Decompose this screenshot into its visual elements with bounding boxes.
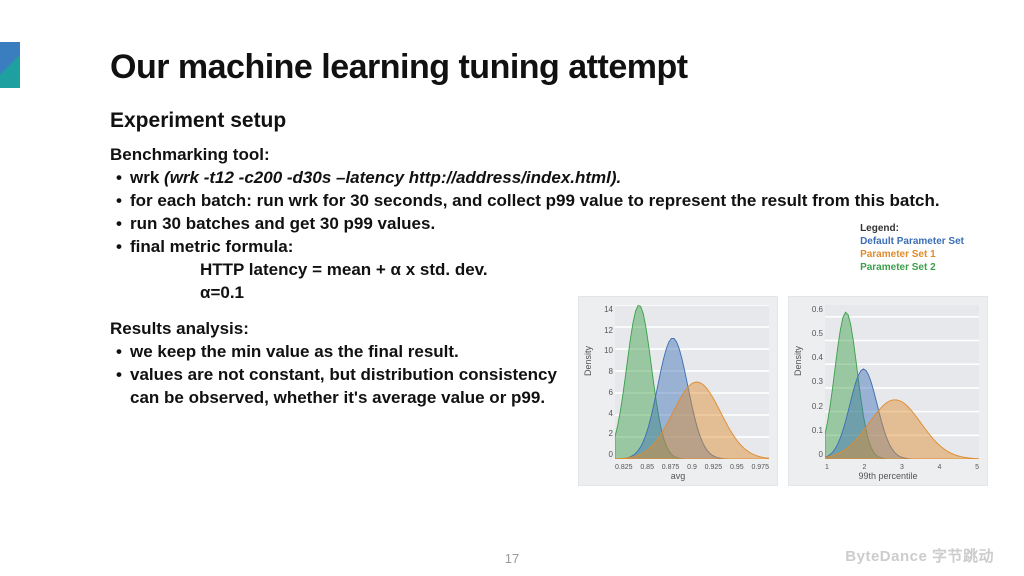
results-item: values are not constant, but distributio… xyxy=(116,364,570,410)
density-svg-left xyxy=(615,305,769,459)
xticks-left: 0.8250.850.8750.90.9250.950.975 xyxy=(615,464,769,471)
formula-line: HTTP latency = mean + α x std. dev. xyxy=(110,259,964,282)
accent-bar xyxy=(0,42,20,88)
slide-title: Our machine learning tuning attempt xyxy=(110,48,964,87)
watermark: ByteDance 字节跳动 xyxy=(845,545,994,566)
legend-set1: Parameter Set 1 xyxy=(860,248,964,261)
wrk-command: (wrk -t12 -c200 -d30s –latency http://ad… xyxy=(164,168,621,187)
page-number: 17 xyxy=(505,551,519,566)
plot-area-right xyxy=(825,305,979,459)
legend-default: Default Parameter Set xyxy=(860,235,964,248)
chart-p99: Density 00.10.20.30.40.50.6 12345 99th p… xyxy=(788,296,988,486)
bench-item: final metric formula: xyxy=(116,236,964,259)
slide: Our machine learning tuning attempt Expe… xyxy=(0,0,1024,576)
density-svg-right xyxy=(825,305,979,459)
xlabel: avg xyxy=(579,471,777,481)
results-list: we keep the min value as the final resul… xyxy=(110,341,570,410)
results-item: we keep the min value as the final resul… xyxy=(116,341,570,364)
plot-area-left xyxy=(615,305,769,459)
bench-item: for each batch: run wrk for 30 seconds, … xyxy=(116,190,964,213)
ylabel: Density xyxy=(793,346,803,376)
bench-list: wrk (wrk -t12 -c200 -d30s –latency http:… xyxy=(110,167,964,259)
slide-subtitle: Experiment setup xyxy=(110,109,964,133)
xlabel: 99th percentile xyxy=(789,471,987,481)
results-heading: Results analysis: xyxy=(110,319,570,339)
bench-heading: Benchmarking tool: xyxy=(110,145,964,165)
ylabel: Density xyxy=(583,346,593,376)
legend-title: Legend: xyxy=(860,222,964,235)
chart-legend: Legend: Default Parameter Set Parameter … xyxy=(860,222,964,274)
legend-set2: Parameter Set 2 xyxy=(860,261,964,274)
yticks-right: 00.10.20.30.40.50.6 xyxy=(809,305,823,459)
xticks-right: 12345 xyxy=(825,464,979,471)
bench-item: wrk (wrk -t12 -c200 -d30s –latency http:… xyxy=(116,167,964,190)
results-block: Results analysis: we keep the min value … xyxy=(110,319,570,410)
yticks-left: 02468101214 xyxy=(599,305,613,459)
chart-avg: Density 02468101214 0.8250.850.8750.90.9… xyxy=(578,296,778,486)
charts-container: Density 02468101214 0.8250.850.8750.90.9… xyxy=(578,296,988,486)
bench-item: run 30 batches and get 30 p99 values. xyxy=(116,213,964,236)
